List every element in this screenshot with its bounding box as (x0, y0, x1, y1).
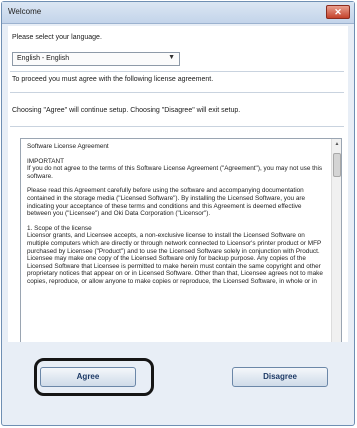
welcome-dialog: Welcome ✕ Please select your language. E… (1, 1, 355, 426)
scroll-thumb[interactable] (333, 153, 341, 177)
divider (10, 126, 344, 127)
license-text: Software License Agreement IMPORTANT If … (27, 143, 327, 293)
vertical-scrollbar[interactable]: ▲ ▼ (331, 139, 341, 357)
license-paragraph: Please read this Agreement carefully bef… (27, 187, 306, 218)
disagree-button[interactable]: Disagree (232, 367, 328, 387)
dropdown-arrow-icon: ▼ (168, 54, 175, 61)
title-bar: Welcome ✕ (2, 2, 354, 24)
divider (10, 71, 344, 72)
language-select[interactable]: English - English ▼ (12, 52, 180, 66)
language-selected-value: English - English (17, 55, 70, 62)
license-text-area[interactable]: Software License Agreement IMPORTANT If … (20, 138, 342, 358)
choice-instructions: Choosing "Agree" will continue setup. Ch… (12, 107, 241, 114)
license-section-body: Licensor grants, and Licensee accepts, a… (27, 232, 323, 285)
license-section-title: 1. Scope of the license (27, 224, 92, 232)
license-important: IMPORTANT If you do not agree to the ter… (27, 157, 323, 180)
close-button[interactable]: ✕ (326, 5, 350, 19)
scroll-up-icon[interactable]: ▲ (333, 140, 341, 148)
window-title: Welcome (8, 7, 42, 16)
language-prompt: Please select your language. (12, 34, 102, 41)
agree-button[interactable]: Agree (40, 367, 136, 387)
divider (10, 92, 344, 93)
license-heading: Software License Agreement (27, 143, 109, 150)
agreement-message: To proceed you must agree with the follo… (12, 76, 214, 83)
button-bar: Agree Disagree (8, 342, 348, 421)
